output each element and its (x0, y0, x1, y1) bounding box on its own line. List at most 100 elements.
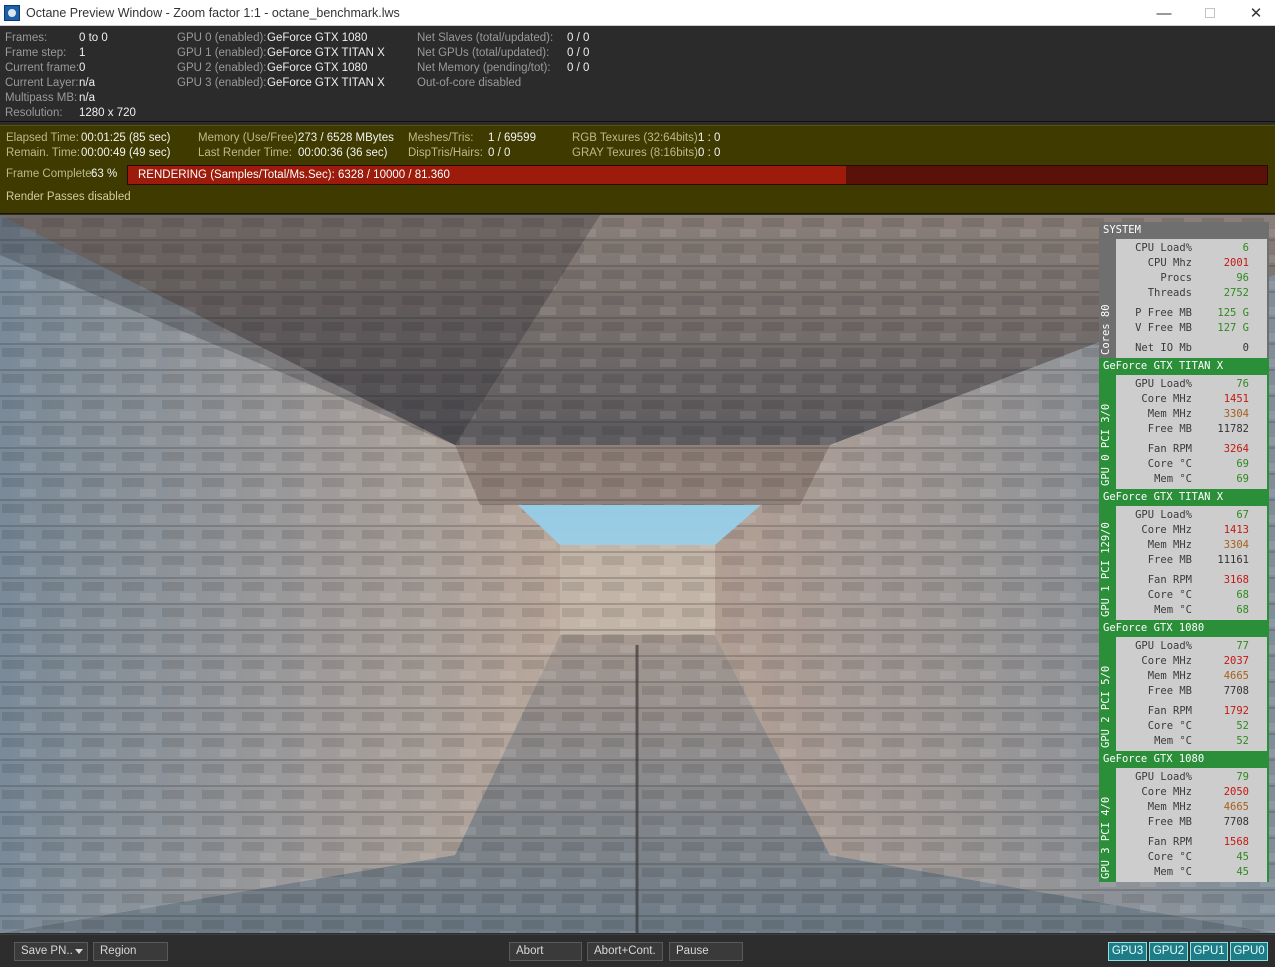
gpu-stat-value: 11782 (1217, 423, 1249, 435)
system-header: SYSTEM (1099, 222, 1269, 239)
gpu-block: GeForce GTX 1080 GPU 2 PCI 5/0 GPU Load% 77… (1099, 620, 1269, 751)
gpu-stat-label: Core MHz (1141, 393, 1192, 405)
gpu-stat-row: Fan RPM 3168 (1116, 573, 1267, 588)
current-frame-label: Current frame: (5, 62, 80, 74)
system-row-label: Threads (1147, 287, 1192, 299)
texture-column: RGB Texures (32:64bits): 1 : 0 GRAY Texur… (572, 131, 720, 161)
gpu0-toggle-button[interactable]: GPU0 (1230, 942, 1268, 961)
gpu-stat-label: Mem MHz (1147, 801, 1192, 813)
gpu-block: GeForce GTX 1080 GPU 3 PCI 4/0 GPU Load% 79… (1099, 751, 1269, 882)
abort-button[interactable]: Abort (509, 942, 582, 961)
remain-time-label: Remain. Time: (6, 147, 81, 159)
gpu-stat-row: Mem MHz 4665 (1116, 800, 1267, 815)
render-info-panel: Frames: 0 to 0 Frame step: 1 Current frame… (0, 26, 1275, 122)
save-format-label: Save PN.. (21, 945, 73, 957)
render-progress-bar: RENDERING (Samples/Total/Ms.Sec): 6328 /… (127, 165, 1268, 185)
gpu1-toggle-button[interactable]: GPU1 (1190, 942, 1228, 961)
current-frame-value: 0 (79, 62, 86, 74)
gpu-stats: GPU Load% 77 Core MHz 2037 Mem MHz 4665 Free M… (1116, 637, 1267, 751)
gpu-block-header: GeForce GTX TITAN X (1103, 360, 1224, 372)
memory-value: 273 / 6528 MBytes (298, 132, 394, 144)
gpu-stats: GPU Load% 76 Core MHz 1451 Mem MHz 3304 Free M… (1116, 375, 1267, 489)
system-row-value: 2752 (1223, 287, 1249, 299)
gpu-stat-row: Core MHz 2050 (1116, 785, 1267, 800)
gpu-stat-value: 2037 (1223, 655, 1249, 667)
memory-label: Memory (Use/Free): (198, 132, 301, 144)
gpu-stat-value: 3304 (1223, 539, 1249, 551)
gpu-list-column: GPU 0 (enabled): GeForce GTX 1080 GPU 1 (… (177, 31, 385, 91)
gpu-stat-label: Free MB (1147, 423, 1192, 435)
gpu-stat-label: Fan RPM (1147, 705, 1192, 717)
gpu-side-label-wrap: GPU 2 PCI 5/0 (1099, 637, 1116, 751)
meshes-label: Meshes/Tris: (408, 132, 474, 144)
gpu-stat-label: GPU Load% (1135, 640, 1192, 652)
gpu-stat-label: Core °C (1147, 458, 1192, 470)
gpu2-toggle-button[interactable]: GPU2 (1149, 942, 1188, 961)
gpu3-toggle-button[interactable]: GPU3 (1108, 942, 1147, 961)
system-row-label: Net IO Mb (1135, 342, 1192, 354)
rendering-status-text: RENDERING (Samples/Total/Ms.Sec): 6328 /… (138, 169, 450, 181)
gpu-stat-label: Fan RPM (1147, 574, 1192, 586)
current-layer-value: n/a (79, 77, 95, 89)
save-format-dropdown[interactable]: Save PN.. (14, 942, 88, 961)
close-icon: ✕ (1249, 5, 1263, 22)
window-title: Octane Preview Window - Zoom factor 1:1 … (26, 5, 400, 20)
gpu-stat-value: 11161 (1217, 554, 1249, 566)
gpu-stat-label: Fan RPM (1147, 443, 1192, 455)
region-button[interactable]: Region (93, 942, 168, 961)
frame-complete: Frame Complete: 63 % (6, 167, 117, 182)
close-button[interactable]: ✕ (1233, 0, 1275, 26)
elapsed-time-value: 00:01:25 (85 sec) (81, 132, 171, 144)
gpu-stat-label: Mem °C (1154, 604, 1192, 616)
gpu-stat-row: Free MB 7708 (1116, 684, 1267, 699)
net-memory-value: 0 / 0 (567, 62, 590, 74)
system-row-value: 0 (1242, 342, 1249, 354)
render-preview-image[interactable] (0, 215, 1275, 933)
system-row: P Free MB 125 G (1116, 306, 1267, 321)
system-row: Net IO Mb 0 (1116, 341, 1267, 356)
gpu-stat-value: 68 (1236, 604, 1249, 616)
system-block: SYSTEM Cores 80 CPU Load% 6 CPU Mhz 2001 P… (1099, 222, 1269, 358)
render-status-panel: Elapsed Time: 00:01:25 (85 sec) Remain. T… (0, 125, 1275, 214)
gpu-stat-label: Free MB (1147, 685, 1192, 697)
net-slaves-value: 0 / 0 (567, 32, 590, 44)
gpu-blocks: GeForce GTX TITAN X GPU 0 PCI 3/0 GPU Load… (1099, 358, 1269, 882)
system-row-value: 96 (1236, 272, 1249, 284)
maximize-button[interactable] (1187, 0, 1233, 26)
gpu-stat-value: 3304 (1223, 408, 1249, 420)
rgb-textures-value: 1 : 0 (698, 132, 721, 144)
gpu-stat-label: Core °C (1147, 589, 1192, 601)
system-row: Threads 2752 (1116, 286, 1267, 301)
gpu-stat-row: Core MHz 2037 (1116, 654, 1267, 669)
gpu-0-name: GeForce GTX 1080 (267, 32, 368, 44)
gpu-stat-label: Mem °C (1154, 866, 1192, 878)
minimize-button[interactable]: — (1141, 0, 1187, 26)
maximize-icon (1205, 8, 1215, 18)
render-passes-status: Render Passes disabled (6, 191, 131, 203)
gpu-stats: GPU Load% 79 Core MHz 2050 Mem MHz 4665 Free M… (1116, 768, 1267, 882)
system-row: CPU Load% 6 (1116, 241, 1267, 256)
frames-label: Frames: (5, 32, 48, 44)
region-label: Region (100, 945, 137, 957)
abort-continue-button[interactable]: Abort+Cont. (587, 942, 663, 961)
last-render-value: 00:00:36 (36 sec) (298, 147, 388, 159)
rgb-textures-label: RGB Texures (32:64bits): (572, 132, 701, 144)
gpu-stat-label: Mem MHz (1147, 539, 1192, 551)
pause-button[interactable]: Pause (669, 942, 743, 961)
net-gpus-label: Net GPUs (total/updated): (417, 47, 550, 59)
gpu-stat-row: Mem °C 69 (1116, 472, 1267, 487)
gpu-stat-row: GPU Load% 79 (1116, 770, 1267, 785)
system-row-value: 127 G (1217, 322, 1249, 334)
gpu-stat-row: Free MB 11782 (1116, 422, 1267, 437)
gpu-stat-label: GPU Load% (1135, 378, 1192, 390)
gpu-block-header: GeForce GTX 1080 (1103, 622, 1205, 634)
frame-complete-value: 63 % (91, 168, 118, 180)
current-layer-label: Current Layer: (5, 77, 79, 89)
gpu-stat-row: GPU Load% 77 (1116, 639, 1267, 654)
gpu-stat-value: 1792 (1223, 705, 1249, 717)
time-column: Elapsed Time: 00:01:25 (85 sec) Remain. T… (6, 131, 171, 161)
net-info-column: Net Slaves (total/updated): 0 / 0 Net GPU… (417, 31, 589, 91)
gpu-stat-row: Fan RPM 3264 (1116, 442, 1267, 457)
gray-textures-value: 0 : 0 (698, 147, 721, 159)
gpu-stat-value: 68 (1236, 589, 1249, 601)
